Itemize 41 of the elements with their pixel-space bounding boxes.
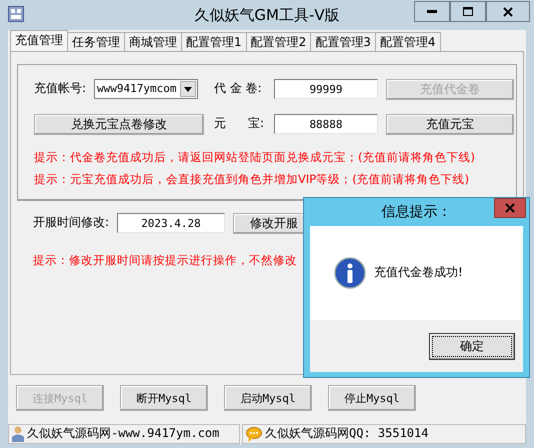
tab[interactable]: 配置管理3 xyxy=(310,32,376,51)
tab[interactable]: 充值管理 xyxy=(10,30,68,51)
tab[interactable]: 配置管理1 xyxy=(181,32,247,51)
info-icon xyxy=(334,257,366,289)
tab[interactable]: 任务管理 xyxy=(67,32,125,51)
user-icon xyxy=(12,426,24,442)
status-text: 久似妖气源码网-www.9417ym.com xyxy=(27,426,220,442)
voucher-label: 代 金 卷: xyxy=(214,81,263,97)
mysql-button[interactable]: 停止Mysql xyxy=(328,385,416,411)
recharge-ingot-button[interactable]: 充值元宝 xyxy=(386,114,514,134)
mysql-button[interactable]: 启动Mysql xyxy=(224,385,312,411)
open-date-input[interactable]: 2023.4.28 xyxy=(117,213,225,233)
dropdown-arrow-icon xyxy=(184,86,192,92)
account-dropdown[interactable]: www9417ymcom xyxy=(94,79,198,99)
ok-button[interactable]: 确定 xyxy=(429,332,515,360)
hint-text: 提示：修改开服时间请按提示进行操作，不然修改 xyxy=(33,253,297,267)
minimize-button[interactable] xyxy=(414,1,450,22)
maximize-button[interactable] xyxy=(450,1,486,22)
voucher-input[interactable]: 99999 xyxy=(274,79,378,99)
status-text: 久似妖气源码网QQ: 3551014 xyxy=(265,426,428,442)
exchange-button[interactable]: 兑换元宝点卷修改 xyxy=(34,114,204,134)
open-date-label: 开服时间修改: xyxy=(33,215,110,231)
minimize-icon xyxy=(427,10,437,14)
mysql-button[interactable]: 断开Mysql xyxy=(120,385,208,411)
close-icon xyxy=(503,6,513,16)
dialog-message: 充值代金卷成功! xyxy=(374,265,463,281)
window-title: 久似妖气GM工具-V版 xyxy=(194,6,340,24)
maximize-icon xyxy=(463,7,473,16)
tab[interactable]: 配置管理2 xyxy=(246,32,312,51)
hint-text: 提示：代金卷充值成功后，请返回网站登陆页面兑换成元宝；(充值前请将角色下线) xyxy=(34,150,475,164)
app-icon xyxy=(8,6,24,22)
ingot-label: 元 xyxy=(214,116,226,132)
chat-icon xyxy=(246,426,262,442)
account-label: 充值帐号: xyxy=(34,81,88,97)
close-icon xyxy=(505,203,515,213)
close-button[interactable] xyxy=(486,1,530,22)
dialog-title: 信息提示： xyxy=(382,204,452,220)
tab[interactable]: 配置管理4 xyxy=(374,32,441,51)
hint-text: 提示：元宝充值成功后，会直接充值到角色并增加VIP等级；(充值前请将角色下线) xyxy=(34,172,470,186)
ingot-label: 宝: xyxy=(248,116,266,132)
ingot-input[interactable]: 88888 xyxy=(274,114,378,134)
